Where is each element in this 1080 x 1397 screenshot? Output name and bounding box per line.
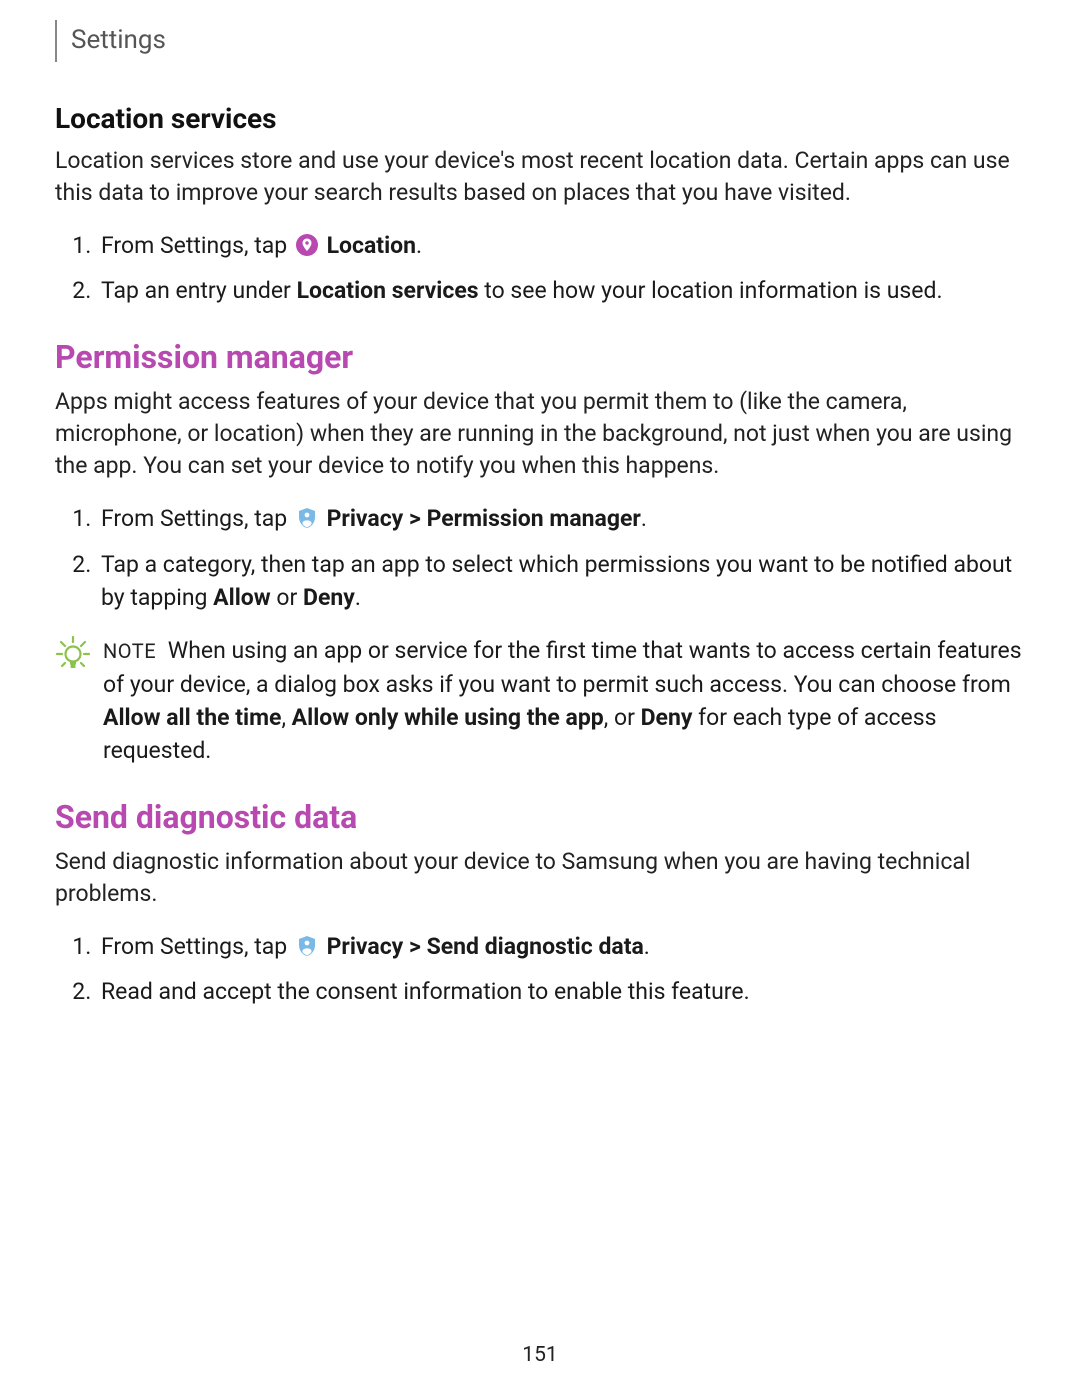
page: Settings Location services Location serv… [0, 0, 1080, 1397]
step-text: Read and accept the consent information … [101, 978, 750, 1005]
list-item: From Settings, tap Privacy > Permission … [97, 502, 1025, 535]
step-bold: Location [327, 232, 416, 259]
step-text: or [271, 584, 303, 611]
send-diagnostic-steps: From Settings, tap Privacy > Send diagno… [55, 930, 1025, 1009]
step-bold: Deny [303, 584, 355, 611]
location-services-heading: Location services [55, 102, 1025, 135]
note-label: NOTE [103, 639, 156, 663]
privacy-shield-icon [295, 506, 319, 530]
list-item: Tap a category, then tap an app to selec… [97, 548, 1025, 615]
step-text: From Settings, tap [101, 232, 293, 259]
permission-manager-heading: Permission manager [55, 338, 1025, 376]
note-block: NOTE When using an app or service for th… [55, 634, 1025, 767]
list-item: Read and accept the consent information … [97, 975, 1025, 1008]
step-bold: Privacy > Permission manager [327, 505, 641, 532]
step-bold: Privacy > Send diagnostic data [327, 933, 644, 960]
step-text: . [641, 505, 647, 532]
location-services-steps: From Settings, tap Location. Tap an entr… [55, 229, 1025, 308]
step-text: From Settings, tap [101, 933, 293, 960]
privacy-shield-icon [295, 934, 319, 958]
step-text: . [416, 232, 422, 259]
note-body: , [281, 704, 291, 731]
permission-manager-steps: From Settings, tap Privacy > Permission … [55, 502, 1025, 614]
step-text: Tap an entry under [101, 277, 297, 304]
step-text: to see how your location information is … [479, 277, 943, 304]
note-body: When using an app or service for the fir… [103, 637, 1022, 697]
location-services-intro: Location services store and use your dev… [55, 145, 1025, 209]
note-bold: Allow all the time [103, 704, 281, 731]
note-bold: Allow only while using the app [292, 704, 604, 731]
list-item: From Settings, tap Location. [97, 229, 1025, 262]
lightbulb-icon [55, 636, 91, 672]
page-number: 151 [0, 1343, 1080, 1367]
step-text: . [355, 584, 361, 611]
page-header: Settings [55, 20, 1025, 62]
note-bold: Deny [641, 704, 693, 731]
step-bold: Location services [297, 277, 479, 304]
note-body: , or [604, 704, 641, 731]
note-text: NOTE When using an app or service for th… [103, 634, 1025, 767]
step-text: . [644, 933, 650, 960]
list-item: From Settings, tap Privacy > Send diagno… [97, 930, 1025, 963]
send-diagnostic-intro: Send diagnostic information about your d… [55, 846, 1025, 910]
list-item: Tap an entry under Location services to … [97, 274, 1025, 307]
location-pin-icon [295, 233, 319, 257]
permission-manager-intro: Apps might access features of your devic… [55, 386, 1025, 483]
step-text: From Settings, tap [101, 505, 293, 532]
step-bold: Allow [213, 584, 271, 611]
send-diagnostic-heading: Send diagnostic data [55, 798, 1025, 836]
